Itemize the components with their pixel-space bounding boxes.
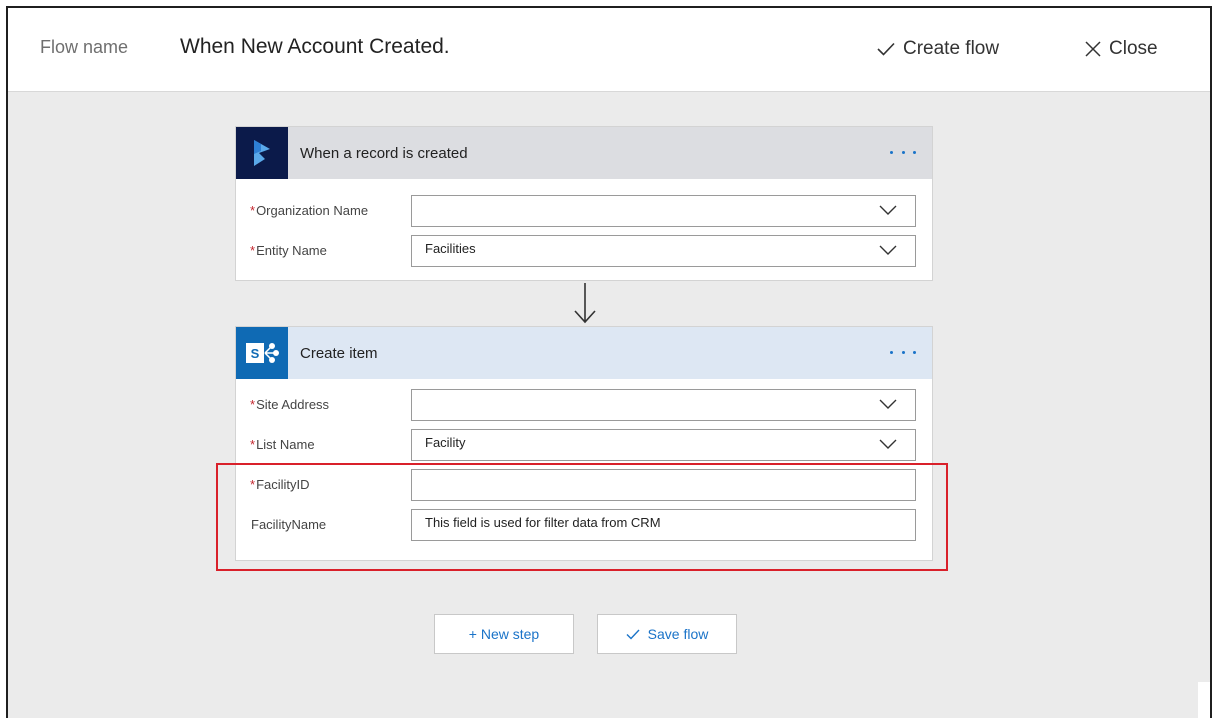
facility-id-input[interactable]: [411, 469, 916, 501]
entity-name-label: *Entity Name: [250, 243, 327, 258]
action-card-title: Create item: [300, 344, 378, 362]
chevron-down-icon: [879, 439, 897, 449]
save-flow-button[interactable]: Save flow: [597, 614, 737, 654]
entity-name-dropdown[interactable]: Facilities: [411, 235, 916, 267]
trigger-more-options-button[interactable]: [890, 141, 916, 163]
facility-name-label: FacilityName: [251, 517, 327, 532]
list-name-label: *List Name: [250, 437, 315, 452]
trigger-card-title: When a record is created: [300, 144, 468, 162]
dynamics-icon: [236, 127, 288, 179]
arrow-down-icon: [574, 283, 596, 324]
facility-name-row: FacilityName This field is used for filt…: [236, 509, 932, 543]
organization-name-label: *Organization Name: [250, 203, 369, 218]
create-flow-label: Create flow: [903, 38, 1000, 59]
more-dot-icon: [901, 150, 905, 154]
save-flow-label: Save flow: [647, 626, 709, 642]
trigger-card-header[interactable]: When a record is created: [236, 127, 932, 179]
more-dot-icon: [913, 350, 916, 354]
checkmark-icon: [626, 629, 640, 640]
facility-name-input[interactable]: This field is used for filter data from …: [411, 509, 916, 541]
action-more-options-button[interactable]: [890, 341, 916, 363]
site-address-dropdown[interactable]: [411, 389, 916, 421]
more-dot-icon: [901, 350, 905, 354]
chevron-down-icon: [879, 205, 897, 215]
chevron-down-icon: [879, 399, 897, 409]
chevron-down-icon: [879, 245, 897, 255]
svg-text:S: S: [251, 346, 260, 361]
flow-name-label: Flow name: [40, 37, 129, 57]
action-card: S Create item *Site Address *List Name F…: [235, 326, 933, 561]
list-name-dropdown[interactable]: Facility: [411, 429, 916, 461]
close-label: Close: [1109, 38, 1158, 59]
trigger-card: When a record is created *Organization N…: [235, 126, 933, 281]
sharepoint-icon: S: [236, 327, 288, 379]
organization-name-row: *Organization Name: [236, 195, 932, 229]
create-flow-button[interactable]: Create flow: [876, 32, 999, 66]
list-name-row: *List Name Facility: [236, 429, 932, 463]
more-dot-icon: [913, 150, 916, 154]
flow-name-input[interactable]: When New Account Created.: [180, 35, 450, 59]
new-step-button[interactable]: + New step: [434, 614, 574, 654]
flow-editor: Flow name When New Account Created. Crea…: [6, 6, 1212, 718]
new-step-label: + New step: [468, 626, 540, 642]
more-dot-icon: [890, 150, 893, 154]
facility-id-label: *FacilityID: [250, 477, 310, 492]
site-address-row: *Site Address: [236, 389, 932, 423]
checkmark-icon: [877, 42, 895, 56]
site-address-label: *Site Address: [250, 397, 330, 412]
scroll-gutter: [1198, 682, 1210, 718]
flow-header: Flow name When New Account Created. Crea…: [8, 8, 1210, 92]
more-dot-icon: [890, 350, 893, 354]
organization-name-dropdown[interactable]: [411, 195, 916, 227]
entity-name-row: *Entity Name Facilities: [236, 235, 932, 269]
facility-id-row: *FacilityID: [236, 469, 932, 503]
close-icon: [1085, 41, 1101, 57]
action-card-header[interactable]: S Create item: [236, 327, 932, 379]
close-button[interactable]: Close: [1084, 32, 1158, 66]
